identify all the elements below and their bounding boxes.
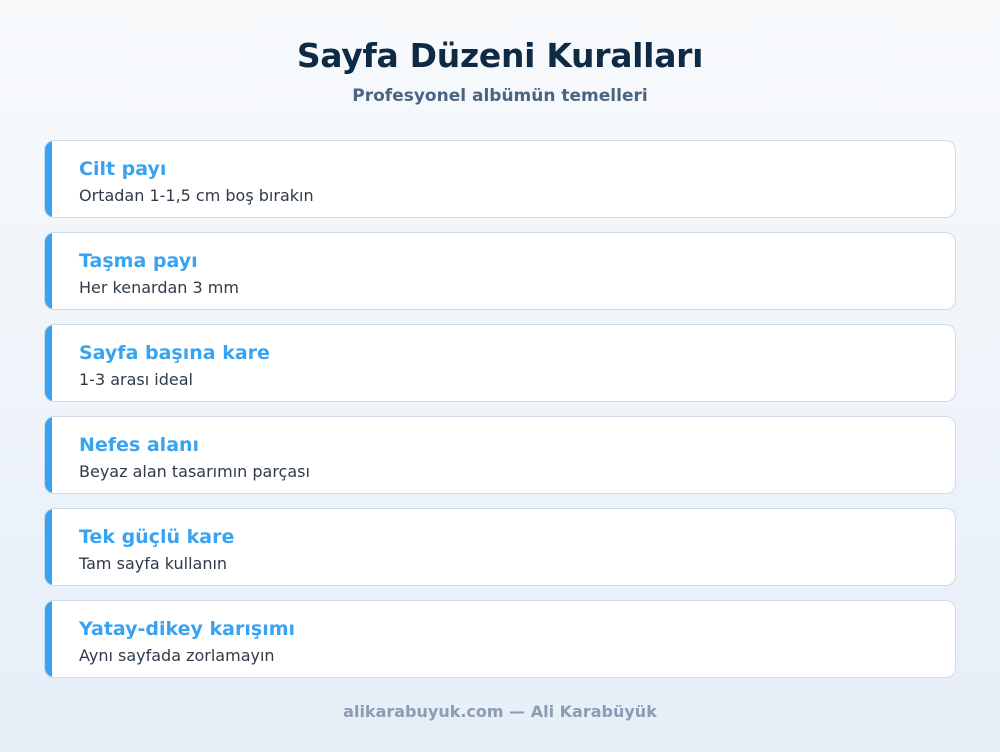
card-accent-bar bbox=[45, 417, 52, 493]
rule-card-title: Sayfa başına kare bbox=[79, 342, 270, 364]
rule-card-description: Beyaz alan tasarımın parçası bbox=[79, 462, 310, 481]
rule-card-title: Cilt payı bbox=[79, 158, 167, 180]
footer-credit: alikarabuyuk.com — Ali Karabüyük bbox=[343, 702, 657, 721]
rule-card-description: Tam sayfa kullanın bbox=[79, 554, 228, 573]
rule-card-title: Nefes alanı bbox=[79, 434, 200, 456]
rule-card-description: 1-3 arası ideal bbox=[79, 370, 193, 389]
rule-card-description: Aynı sayfada zorlamayın bbox=[79, 646, 275, 665]
card-accent-bar bbox=[45, 233, 52, 309]
card-accent-bar bbox=[45, 601, 52, 677]
card-accent-bar bbox=[45, 141, 52, 217]
rule-card-binding-margin: Cilt payı Ortadan 1-1,5 cm boş bırakın bbox=[44, 140, 956, 218]
card-accent-bar bbox=[45, 509, 52, 585]
header: Sayfa Düzeni Kuralları Profesyonel albüm… bbox=[0, 34, 1000, 108]
rule-card-bleed: Taşma payı Her kenardan 3 mm bbox=[44, 232, 956, 310]
rule-card-title: Tek güçlü kare bbox=[79, 526, 235, 548]
rule-card-orientation-mix: Yatay-dikey karışımı Aynı sayfada zorlam… bbox=[44, 600, 956, 678]
rule-card-frames-per-page: Sayfa başına kare 1-3 arası ideal bbox=[44, 324, 956, 402]
page-title: Sayfa Düzeni Kuralları bbox=[296, 36, 704, 75]
rule-card-breathing-room: Nefes alanı Beyaz alan tasarımın parçası bbox=[44, 416, 956, 494]
rule-card-single-strong-frame: Tek güçlü kare Tam sayfa kullanın bbox=[44, 508, 956, 586]
rule-card-title: Taşma payı bbox=[79, 250, 198, 272]
rules-list: Cilt payı Ortadan 1-1,5 cm boş bırakın T… bbox=[44, 140, 956, 678]
card-accent-bar bbox=[45, 325, 52, 401]
rule-card-description: Ortadan 1-1,5 cm boş bırakın bbox=[79, 186, 314, 205]
page-subtitle: Profesyonel albümün temelleri bbox=[352, 86, 648, 106]
rule-card-description: Her kenardan 3 mm bbox=[79, 278, 239, 297]
rule-card-title: Yatay-dikey karışımı bbox=[79, 618, 296, 640]
